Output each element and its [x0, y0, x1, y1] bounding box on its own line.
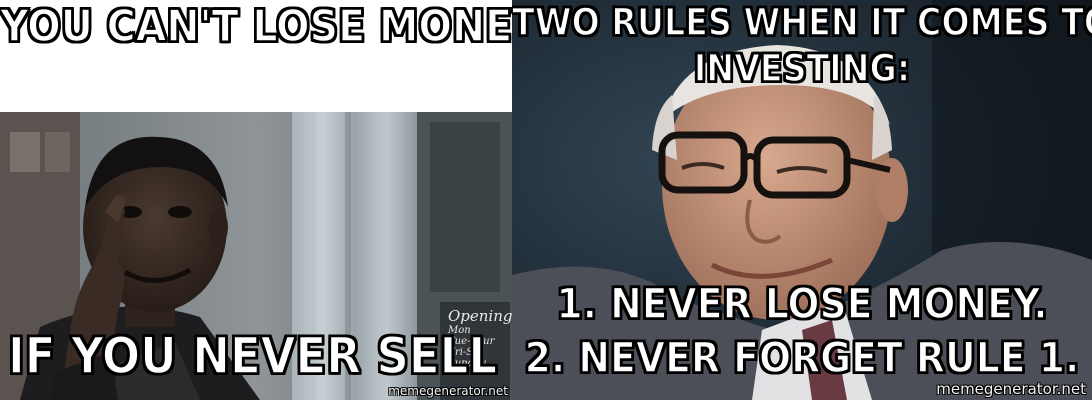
buffett-meme: TWO RULES WHEN IT COMES TO INVESTING: 1.…	[512, 0, 1092, 400]
top-caption: YOU CAN'T LOSE MONEY	[0, 1, 512, 52]
sign-heading: Opening	[448, 307, 512, 325]
watermark: memegenerator.net	[388, 384, 508, 398]
watermark: memegenerator.net	[936, 380, 1086, 398]
bottom-caption-line-2: 2. NEVER FORGET RULE 1.	[524, 333, 1080, 382]
roll-safe-meme: Opening Mon Tue-Thur Fri-Sat Sunday YOU …	[0, 0, 512, 400]
top-caption-line-2: INVESTING:	[693, 47, 911, 90]
bottom-caption: IF YOU NEVER SELL	[7, 327, 498, 385]
bottom-caption-line-1: 1. NEVER LOSE MONEY.	[556, 279, 1049, 328]
top-caption-line-1: TWO RULES WHEN IT COMES TO	[512, 1, 1092, 44]
